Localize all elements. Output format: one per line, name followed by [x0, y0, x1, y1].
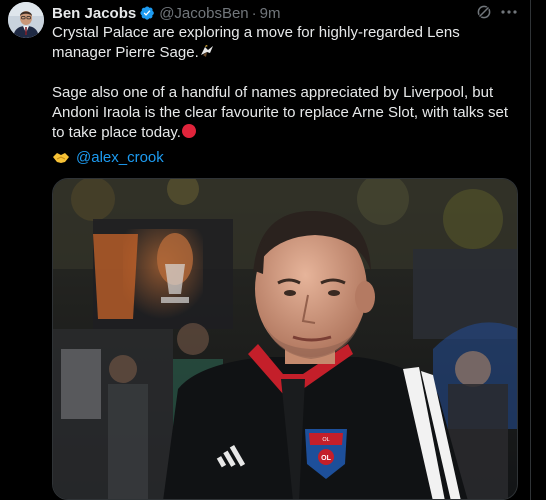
crest-text: OL	[322, 437, 329, 443]
eagle-emoji	[200, 45, 213, 57]
separator-dot: ·	[251, 4, 257, 22]
tweet-image[interactable]: OL OL	[52, 178, 518, 500]
tweet-text: Crystal Palace are exploring a move for …	[52, 23, 512, 143]
tweet[interactable]: Ben Jacobs @JacobsBen · 9m Crystal Palac…	[0, 0, 530, 500]
tweet-text-line1: Crystal Palace are exploring a move for …	[52, 24, 460, 61]
handshake-emoji	[53, 153, 69, 163]
svg-text:OL: OL	[321, 455, 331, 462]
verified-badge-icon	[140, 6, 155, 20]
timeline-border	[530, 0, 546, 500]
more-icon[interactable]	[500, 5, 518, 19]
tweet-text-line2: Sage also one of a handful of names appr…	[52, 84, 509, 141]
author-name[interactable]: Ben Jacobs	[52, 5, 136, 22]
mention-link[interactable]: @alex_crook	[76, 148, 164, 168]
avatar[interactable]	[8, 2, 44, 38]
grok-icon[interactable]	[475, 3, 493, 21]
red-circle-emoji	[181, 124, 196, 138]
tweet-header: Ben Jacobs @JacobsBen · 9m	[52, 4, 281, 22]
mention-row: @alex_crook	[52, 148, 164, 168]
author-handle[interactable]: @JacobsBen	[159, 5, 248, 22]
timestamp[interactable]: 9m	[260, 5, 281, 22]
